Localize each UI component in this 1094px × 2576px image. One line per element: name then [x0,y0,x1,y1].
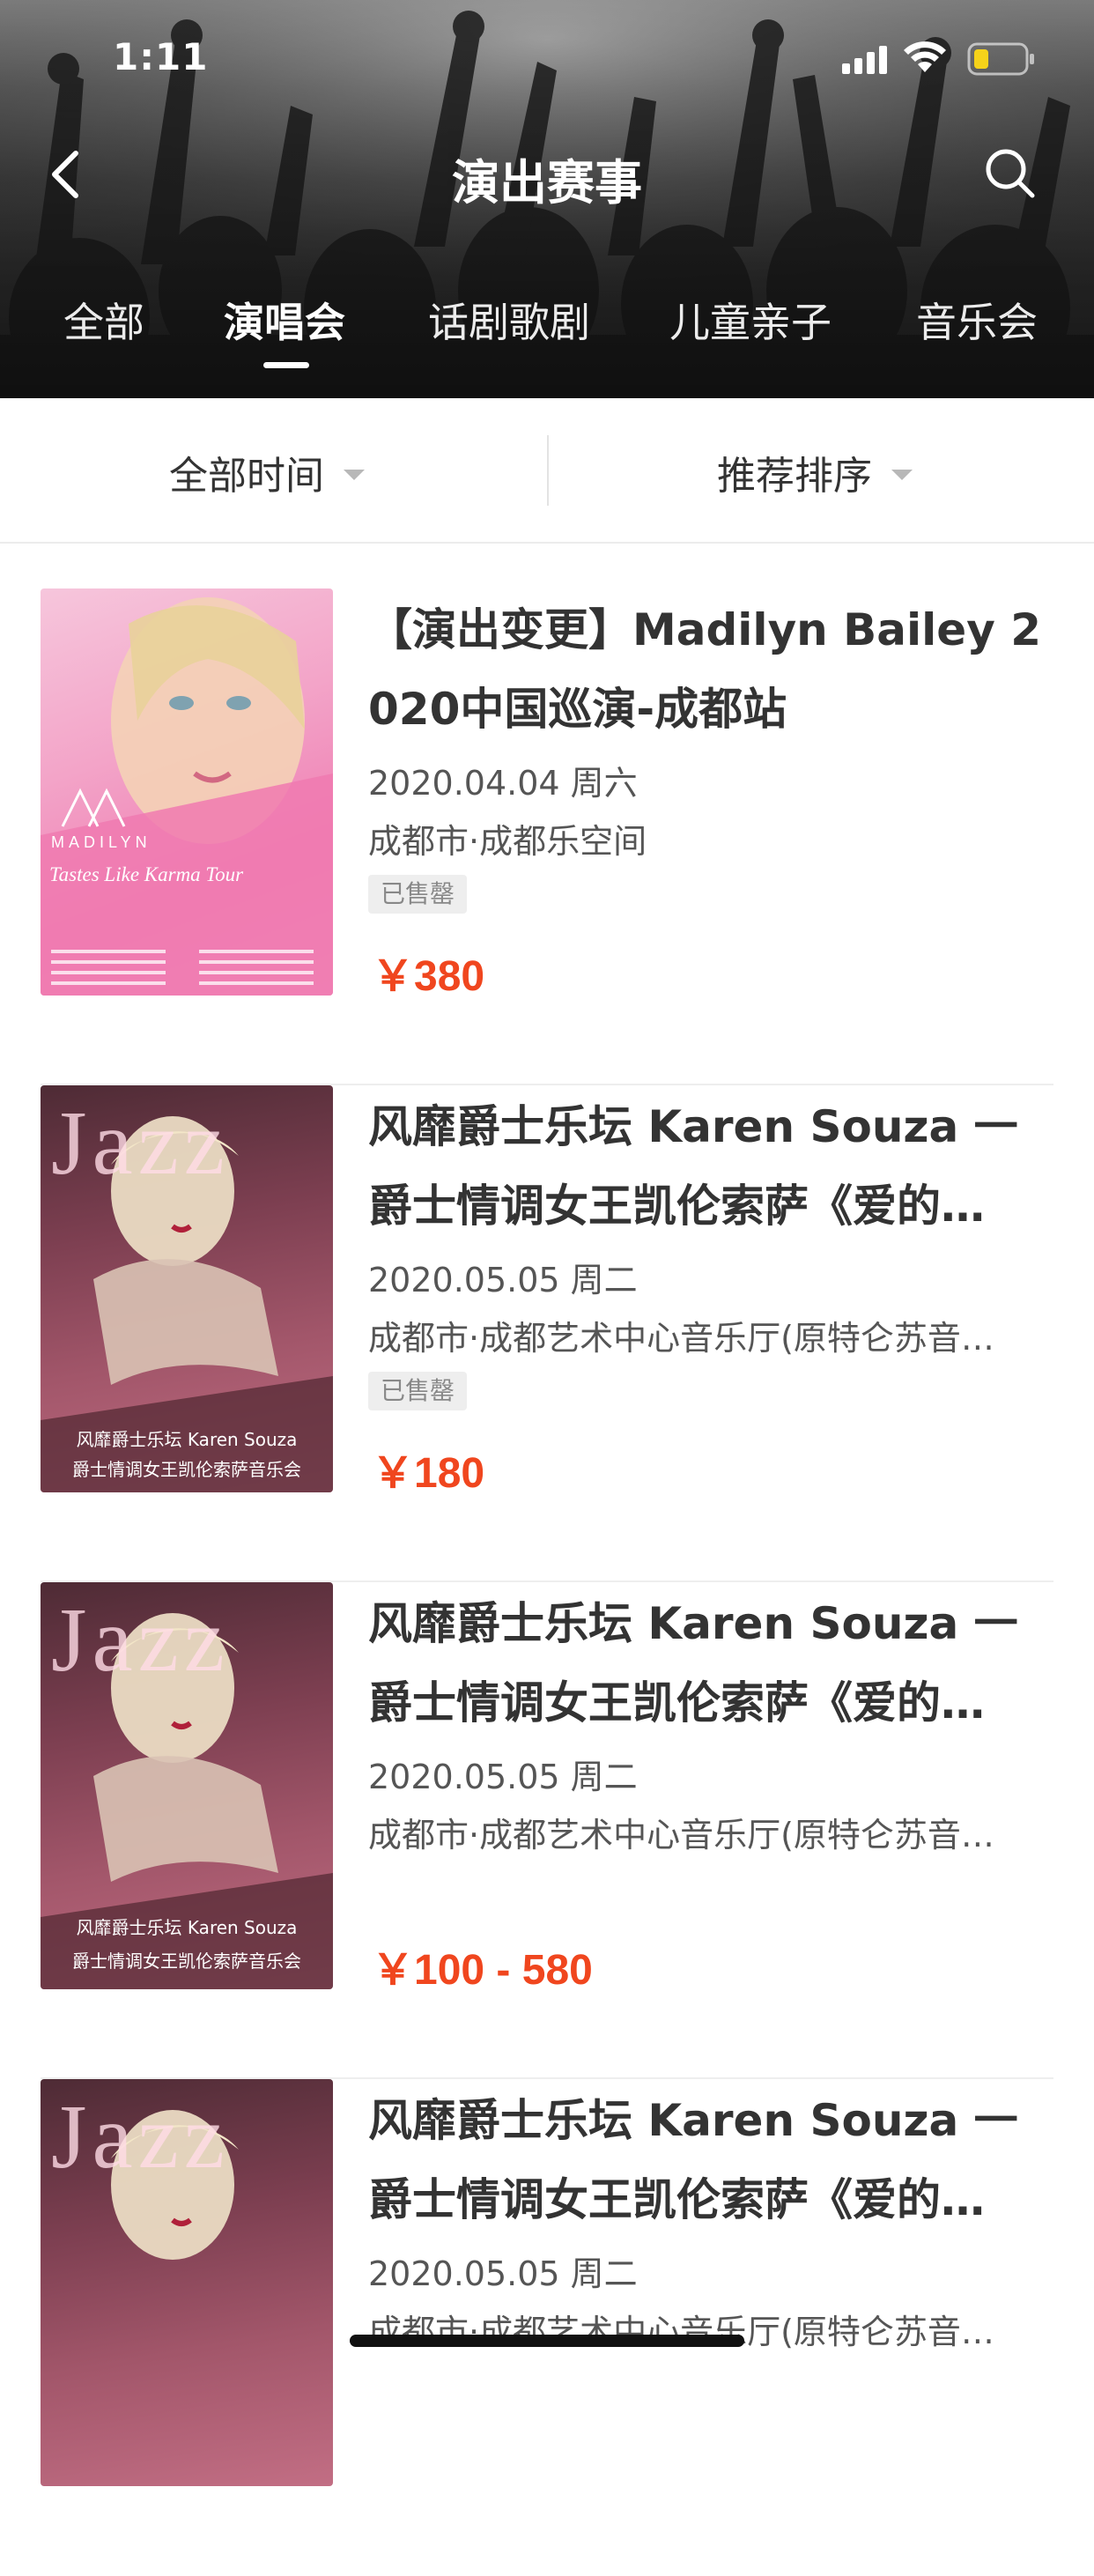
event-title: 风靡爵士乐坛 Karen Souza 一爵士情调女王凯伦索萨《爱的… [368,1101,1018,1232]
tab-music-concert[interactable]: 音乐会 [916,291,1038,349]
event-price: ￥180 [372,1450,485,1497]
poster-tour-name: Tastes Like Karma Tour [49,863,244,885]
event-card[interactable]: MADILYN Tastes Like Karma Tour 【演出变更】Mad… [41,588,1053,1085]
event-card[interactable]: Jazz 风靡爵士乐坛 Karen Souza 一爵士情调女王凯伦索萨《爱的… … [41,2079,1053,2576]
category-tabs: 全部 演唱会 话剧歌剧 儿童亲子 音乐会 [0,291,1094,379]
time-filter-dropdown[interactable]: 全部时间 [169,444,365,500]
poster-line-1: 风靡爵士乐坛 Karen Souza [76,1429,298,1450]
signal-icon [842,46,887,74]
event-date: 2020.05.05 周二 [368,1261,638,1299]
poster-jazz-word: Jazz [51,1589,230,1691]
page-title: 演出赛事 [452,155,642,211]
event-title: 风靡爵士乐坛 Karen Souza 一爵士情调女王凯伦索萨《爱的… [368,2095,1018,2225]
tab-all[interactable]: 全部 [63,291,144,349]
filter-divider [547,435,549,506]
event-card[interactable]: Jazz 风靡爵士乐坛 Karen Souza 爵士情调女王凯伦索萨音乐会 风靡… [41,1085,1053,1582]
poster-line-2: 爵士情调女王凯伦索萨音乐会 [72,1459,301,1480]
dropdown-caret-icon [344,470,365,480]
sort-filter-label: 推荐排序 [717,454,872,499]
active-tab-indicator [263,362,309,368]
wifi-icon [904,41,946,72]
status-time: 1:11 [113,35,209,78]
poster-jazz-word: Jazz [51,1092,230,1194]
poster-artist-name: MADILYN [51,833,152,851]
tab-kids-family[interactable]: 儿童亲子 [669,291,832,349]
event-price: ￥380 [372,953,485,1000]
status-bar: 1:11 [0,0,1094,115]
dropdown-caret-icon [891,470,913,480]
sold-out-badge: 已售罄 [368,875,468,914]
event-date: 2020.05.05 周二 [368,1758,638,1796]
event-poster-image: Jazz 风靡爵士乐坛 Karen Souza 爵士情调女王凯伦索萨音乐会 [41,1085,333,1492]
home-indicator[interactable] [350,2335,744,2347]
event-price: ￥100 - 580 [372,1947,593,1994]
event-card[interactable]: Jazz 风靡爵士乐坛 Karen Souza 爵士情调女王凯伦索萨音乐会 风靡… [41,1582,1053,2079]
event-title: 【演出变更】Madilyn Bailey 2020中国巡演-成都站 [368,604,1041,735]
time-filter-label: 全部时间 [169,454,324,499]
event-poster-image: Jazz [41,2079,333,2486]
event-title: 风靡爵士乐坛 Karen Souza 一爵士情调女王凯伦索萨《爱的… [368,1598,1018,1728]
tab-concert[interactable]: 演唱会 [224,291,345,349]
poster-artwork [41,597,333,996]
event-date: 2020.05.05 周二 [368,2254,638,2293]
event-venue: 成都市·成都乐空间 [368,822,647,861]
battery-icon [967,42,1034,76]
header-banner: 1:11 演出赛事 全部 演唱会 话剧歌剧 儿童亲子 音乐会 [0,0,1094,398]
filter-bar: 全部时间 推荐排序 [0,398,1094,544]
event-poster-image: MADILYN Tastes Like Karma Tour [41,588,333,996]
sort-filter-dropdown[interactable]: 推荐排序 [717,444,913,500]
tab-drama-opera[interactable]: 话剧歌剧 [428,291,590,349]
poster-line-2: 爵士情调女王凯伦索萨音乐会 [72,1951,301,1972]
poster-line-1: 风靡爵士乐坛 Karen Souza [76,1917,298,1938]
event-venue: 成都市·成都艺术中心音乐厅(原特仑苏音… [368,1319,994,1358]
sold-out-badge: 已售罄 [368,1372,468,1410]
event-poster-image: Jazz 风靡爵士乐坛 Karen Souza 爵士情调女王凯伦索萨音乐会 [41,1582,333,1989]
poster-jazz-word: Jazz [51,2086,230,2187]
event-venue: 成都市·成都艺术中心音乐厅(原特仑苏音… [368,1816,994,1854]
event-date: 2020.04.04 周六 [368,764,638,803]
search-icon[interactable] [983,146,1036,199]
